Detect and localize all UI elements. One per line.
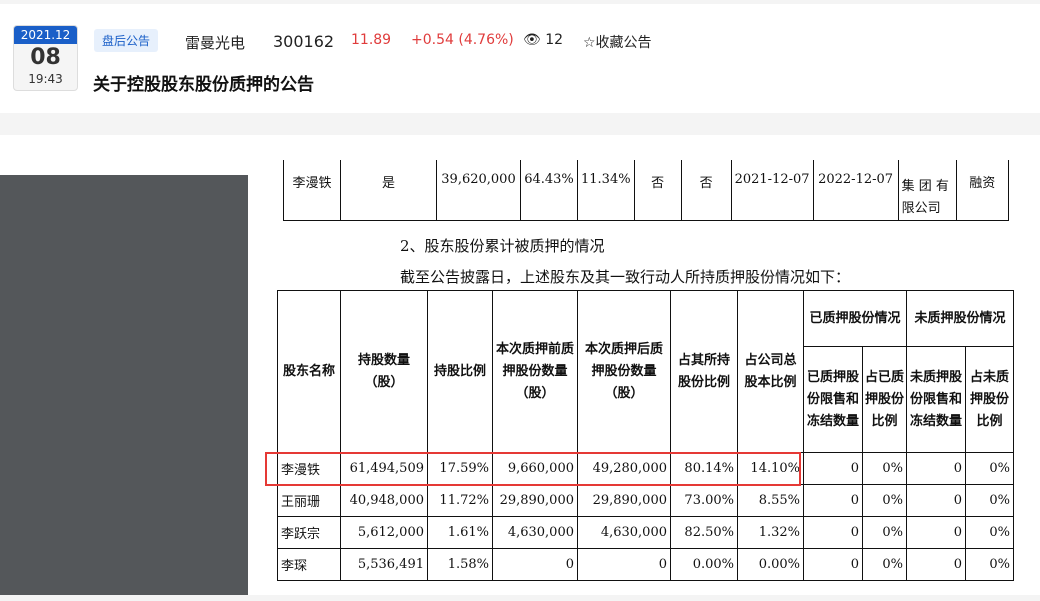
sub-header: 占已质押股份比例 [862,346,907,453]
cell: 0 [906,548,966,581]
cell: 0.00% [737,548,804,581]
cell: 1.61% [427,516,493,549]
date-day: 08 [30,45,61,70]
cell: 64.43% [520,160,578,221]
sub-header: 已质押股份限售和冻结数量 [803,346,863,453]
cell: 0% [965,484,1014,517]
date-time: 19:43 [28,72,63,86]
announcement-header: 2021.12 08 19:43 盘后公告 雷曼光电 300162 11.89 … [0,4,1040,113]
category-tag[interactable]: 盘后公告 [94,29,159,52]
date-year-month: 2021.12 [14,26,77,44]
section-heading: 2、股东股份累计被质押的情况 [400,237,605,255]
date-badge: 2021.12 08 19:43 [13,25,78,91]
cell: 0 [803,452,863,485]
previous-pledge-table: 李漫铁 是 39,620,000 64.43% 11.34% 否 否 2021-… [283,160,1010,221]
cell: 0 [906,516,966,549]
cell: 0 [906,484,966,517]
cell: 39,620,000 [436,160,521,221]
stock-code[interactable]: 300162 [273,32,334,51]
cell: 0 [803,548,863,581]
cell: 1.32% [737,516,804,549]
cell: 王丽珊 [277,484,341,517]
cell: 0 [577,548,671,581]
cell: 0 [803,516,863,549]
cell: 11.34% [577,160,635,221]
col-header: 占公司总股本比例 [737,290,804,453]
cell: 82.50% [670,516,738,549]
cell: 李跃宗 [277,516,341,549]
view-count: 12 [545,32,564,48]
cell: 29,890,000 [577,484,671,517]
cell: 5,536,491 [340,548,428,581]
cell: 4,630,000 [492,516,578,549]
table-row: 王丽珊 40,948,000 11.72% 29,890,000 29,890,000 7… [277,484,1014,517]
table-row: 李漫铁 是 39,620,000 64.43% 11.34% 否 否 2021-… [283,160,1010,221]
cell: 集 团 有 限公司 [897,160,957,221]
col-header: 占其所持股份比例 [670,290,738,453]
group-header: 已质押股份情况 [803,290,907,347]
table-row: 李琛 5,536,491 1.58% 0 0 0.00% 0.00% 0 0% 0 0% [277,548,1014,581]
stock-change: +0.54 (4.76%) [411,32,514,48]
cell: 8.55% [737,484,804,517]
cell: 0 [906,452,966,485]
cell: 5,612,000 [340,516,428,549]
views: 👁 12 [523,32,563,48]
col-header: 持股比例 [427,290,493,453]
cell: 0 [492,548,578,581]
cell: 融资 [955,160,1010,221]
cell: 2021-12-07 [730,160,814,221]
cell: 0% [862,452,907,485]
col-header: 本次质押前质押股份数量（股） [492,290,578,453]
cell: 0% [965,548,1014,581]
col-header: 本次质押后质押股份数量（股） [577,290,671,453]
table-row: 李跃宗 5,612,000 1.61% 4,630,000 4,630,000 82.50… [277,516,1014,549]
cell: 73.00% [670,484,738,517]
cell: 0% [965,516,1014,549]
cell: 李琛 [277,548,341,581]
cell: 0.00% [670,548,738,581]
cell: 是 [340,160,437,221]
cell: 0% [862,548,907,581]
group-header: 未质押股份情况 [906,290,1014,347]
sub-header: 占未质押股份比例 [965,346,1014,453]
stock-price: 11.89 [351,32,392,48]
col-header: 持股数量（股） [340,290,428,453]
eye-icon: 👁 [523,32,541,48]
page-title: 关于控股股东股份质押的公告 [93,75,314,95]
cell: 29,890,000 [492,484,578,517]
section-intro: 截至公告披露日，上述股东及其一致行动人所持质押股份情况如下： [400,268,851,286]
cell: 否 [633,160,682,221]
cell: 0% [862,516,907,549]
highlight-box [265,452,801,486]
viewer-side-panel [0,175,248,595]
col-header: 股东名称 [277,290,341,453]
stock-name[interactable]: 雷曼光电 [185,32,245,53]
cell: 4,630,000 [577,516,671,549]
cell: 40,948,000 [340,484,428,517]
cell: 0% [965,452,1014,485]
header-row: 股东名称 持股数量（股） 持股比例 本次质押前质押股份数量（股） 本次质押后质押… [277,290,1014,453]
cell: 李漫铁 [283,160,341,221]
pledge-summary-table: 股东名称 持股数量（股） 持股比例 本次质押前质押股份数量（股） 本次质押后质押… [277,290,1014,581]
cell: 否 [680,160,732,221]
cell: 11.72% [427,484,493,517]
sub-header: 未质押股份限售和冻结数量 [906,346,966,453]
cell: 0% [862,484,907,517]
cell: 2022-12-07 [812,160,899,221]
favorite-button[interactable]: ☆收藏公告 [583,32,652,52]
separator [0,113,1040,135]
cell: 1.58% [427,548,493,581]
cell: 0 [803,484,863,517]
